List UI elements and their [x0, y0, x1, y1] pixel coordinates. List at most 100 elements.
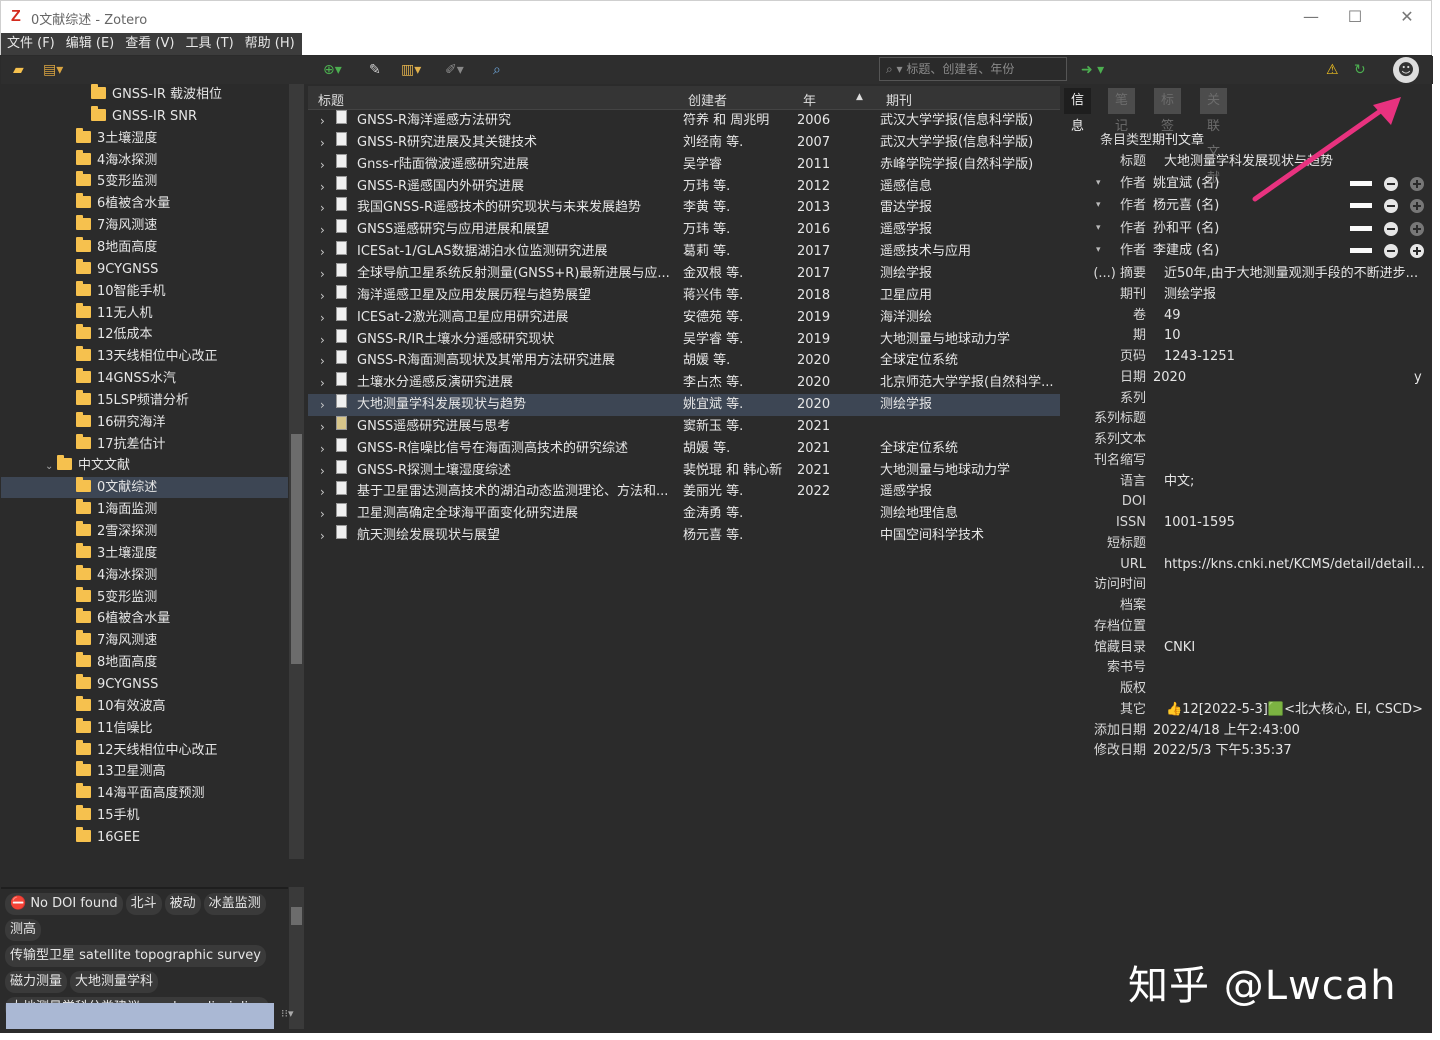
creator-role[interactable]: 作者	[1120, 173, 1146, 194]
field-value[interactable]: 中文;	[1164, 471, 1194, 492]
add-creator-icon[interactable]	[1410, 221, 1424, 236]
creator-name[interactable]: 李建成 (名)	[1153, 240, 1219, 261]
attachment-icon[interactable]: ✐▾	[445, 60, 464, 80]
tag-chip[interactable]: 冰盖监测	[203, 893, 266, 915]
field-value[interactable]: 近50年,由于大地测量观测手段的不断进步...	[1164, 263, 1418, 284]
tag-chip[interactable]: 大地测量学科	[70, 971, 159, 993]
row-expand-icon[interactable]: ›	[320, 110, 325, 132]
item-row[interactable]: › ICESat-2激光测高卫星应用研究进展 安德苑 等. 2019 海洋测绘	[308, 306, 1060, 329]
collection-item[interactable]: 16GEE	[1, 826, 288, 848]
collection-item[interactable]: 9CYGNSS	[1, 258, 288, 280]
collection-item[interactable]: 14GNSS水汽	[1, 368, 288, 389]
column-journal[interactable]: 期刊	[886, 90, 912, 109]
tag-chip[interactable]: ⛔ No DOI found	[5, 893, 123, 915]
column-year[interactable]: 年	[803, 90, 816, 109]
search-input[interactable]: ⌕ ▾ 标题、创建者、年份	[879, 57, 1067, 81]
item-row[interactable]: › GNSS-R研究进展及其关键技术 刘经南 等. 2007 武汉大学学报(信息科学版)	[308, 131, 1060, 154]
field-value[interactable]: https://kns.cnki.net/KCMS/detail/detail.…	[1164, 554, 1426, 575]
tab-related[interactable]: 关联文献	[1200, 88, 1228, 186]
row-expand-icon[interactable]: ›	[320, 176, 325, 198]
creator-role[interactable]: 作者	[1120, 240, 1146, 261]
field-value[interactable]: 1001-1595	[1164, 512, 1235, 533]
item-row[interactable]: › GNSS-R遥感国内外研究进展 万玮 等. 2012 遥感信息	[308, 175, 1060, 198]
collection-item[interactable]: 4海冰探测	[1, 564, 288, 586]
item-row[interactable]: › GNSS-R/IR土壤水分遥感研究现状 吴学睿 等. 2019 大地测量与地球动力学	[308, 328, 1060, 351]
item-row[interactable]: › GNSS-R探测土壤湿度综述 裴悦琨 和 韩心新 2021 大地测量与地球动力学	[308, 459, 1060, 482]
new-library-icon[interactable]: ▤▾	[43, 60, 63, 80]
item-row[interactable]: › GNSS遥感研究与应用进展和展望 万玮 等. 2016 遥感学报	[308, 219, 1060, 241]
add-creator-icon[interactable]	[1410, 243, 1424, 258]
field-value[interactable]: 2020	[1153, 367, 1186, 388]
add-creator-icon[interactable]	[1410, 199, 1424, 214]
creator-name[interactable]: 杨元喜 (名)	[1153, 195, 1219, 216]
remove-creator-icon[interactable]	[1384, 221, 1398, 236]
row-expand-icon[interactable]: ›	[320, 372, 325, 394]
field-value[interactable]: 期刊文章	[1152, 130, 1204, 151]
row-expand-icon[interactable]: ›	[320, 416, 325, 438]
collection-item[interactable]: 3土壤湿度	[1, 542, 288, 564]
row-expand-icon[interactable]: ›	[320, 197, 325, 219]
swap-name-icon[interactable]	[1350, 225, 1372, 231]
collection-item[interactable]: 10智能手机	[1, 280, 288, 302]
item-row[interactable]: › 全球导航卫星系统反射测量(GNSS+R)最新进展与应... 金双根 等. 2017…	[308, 262, 1060, 285]
collection-item[interactable]: 16研究海洋	[1, 411, 288, 433]
collection-item[interactable]: 15LSP频谱分析	[1, 389, 288, 411]
maximize-button[interactable]: ☐	[1335, 5, 1375, 29]
add-by-identifier-icon[interactable]: ✎	[369, 60, 381, 80]
locate-icon[interactable]: ➜ ▾	[1081, 60, 1104, 80]
collection-item[interactable]: ⌄ 中文文献	[1, 455, 288, 476]
field-value[interactable]: 2022/4/18 上午2:43:00	[1153, 720, 1300, 741]
item-row[interactable]: › 土壤水分遥感反演研究进展 李占杰 等. 2020 北京师范大学学报(自然科学...	[308, 372, 1060, 394]
collection-item[interactable]: 1海面监测	[1, 499, 288, 520]
row-expand-icon[interactable]: ›	[320, 132, 325, 154]
item-row[interactable]: › 大地测量学科发展现状与趋势 姚宜斌 等. 2020 测绘学报	[308, 394, 1060, 417]
row-expand-icon[interactable]: ›	[320, 481, 325, 503]
field-value[interactable]: 👍12[2022-5-3]🟩<北大核心, EI, CSCD>	[1166, 699, 1423, 720]
column-title[interactable]: 标题	[318, 90, 344, 109]
collection-item[interactable]: 12天线相位中心改正	[1, 739, 288, 761]
tag-chip[interactable]: 传输型卫星 satellite topographic survey	[5, 945, 266, 967]
collection-item[interactable]: 12低成本	[1, 324, 288, 345]
field-value[interactable]: 测绘学报	[1164, 284, 1216, 305]
menu-view[interactable]: 查看 (V)	[119, 33, 179, 55]
collection-item[interactable]: 13天线相位中心改正	[1, 346, 288, 367]
row-expand-icon[interactable]: ›	[320, 307, 325, 329]
field-value[interactable]: 49	[1164, 305, 1181, 326]
row-expand-icon[interactable]: ›	[320, 525, 325, 547]
field-value[interactable]: CNKI	[1164, 637, 1195, 658]
collection-scrollbar[interactable]	[289, 84, 304, 859]
collection-item[interactable]: 8地面高度	[1, 652, 288, 673]
tag-filter-input[interactable]	[6, 1003, 274, 1029]
new-collection-icon[interactable]: ▰	[13, 60, 24, 80]
column-creator[interactable]: 创建者	[688, 90, 727, 109]
profile-avatar-icon[interactable]: ☻	[1393, 57, 1419, 83]
creator-type-dropdown-icon[interactable]: ▾	[1096, 195, 1101, 216]
row-expand-icon[interactable]: ›	[320, 219, 325, 241]
tag-chip[interactable]: 磁力测量	[5, 971, 68, 993]
menu-tools[interactable]: 工具 (T)	[179, 33, 238, 55]
tab-notes[interactable]: 笔记	[1108, 88, 1136, 134]
collection-item[interactable]: 7海风测速	[1, 215, 288, 236]
collection-item[interactable]: 6植被含水量	[1, 608, 288, 629]
row-expand-icon[interactable]: ›	[320, 241, 325, 263]
creator-role[interactable]: 作者	[1120, 195, 1146, 216]
collection-scroll-thumb[interactable]	[291, 434, 302, 664]
item-row[interactable]: › 我国GNSS-R遥感技术的研究现状与未来发展趋势 李黄 等. 2013 雷达学报	[308, 197, 1060, 219]
collection-item[interactable]: 10有效波高	[1, 695, 288, 717]
row-expand-icon[interactable]: ›	[320, 154, 325, 176]
row-expand-icon[interactable]: ›	[320, 263, 325, 285]
row-expand-icon[interactable]: ›	[320, 438, 325, 460]
collection-item[interactable]: 6植被含水量	[1, 193, 288, 214]
menu-help[interactable]: 帮助 (H)	[239, 33, 300, 55]
collection-item[interactable]: 11信噪比	[1, 717, 288, 739]
item-row[interactable]: › ICESat-1/GLAS数据湖泊水位监测研究进展 葛莉 等. 2017 遥感技术与…	[308, 241, 1060, 263]
creator-name[interactable]: 姚宜斌 (名)	[1153, 173, 1219, 194]
row-expand-icon[interactable]: ›	[320, 329, 325, 351]
tag-chip[interactable]: 被动	[164, 893, 201, 915]
collection-item[interactable]: 15手机	[1, 805, 288, 826]
collection-item[interactable]: 8地面高度	[1, 236, 288, 258]
tab-tags[interactable]: 标签	[1154, 88, 1182, 134]
creator-role[interactable]: 作者	[1120, 218, 1146, 239]
creator-type-dropdown-icon[interactable]: ▾	[1096, 240, 1101, 261]
row-expand-icon[interactable]: ›	[320, 503, 325, 525]
